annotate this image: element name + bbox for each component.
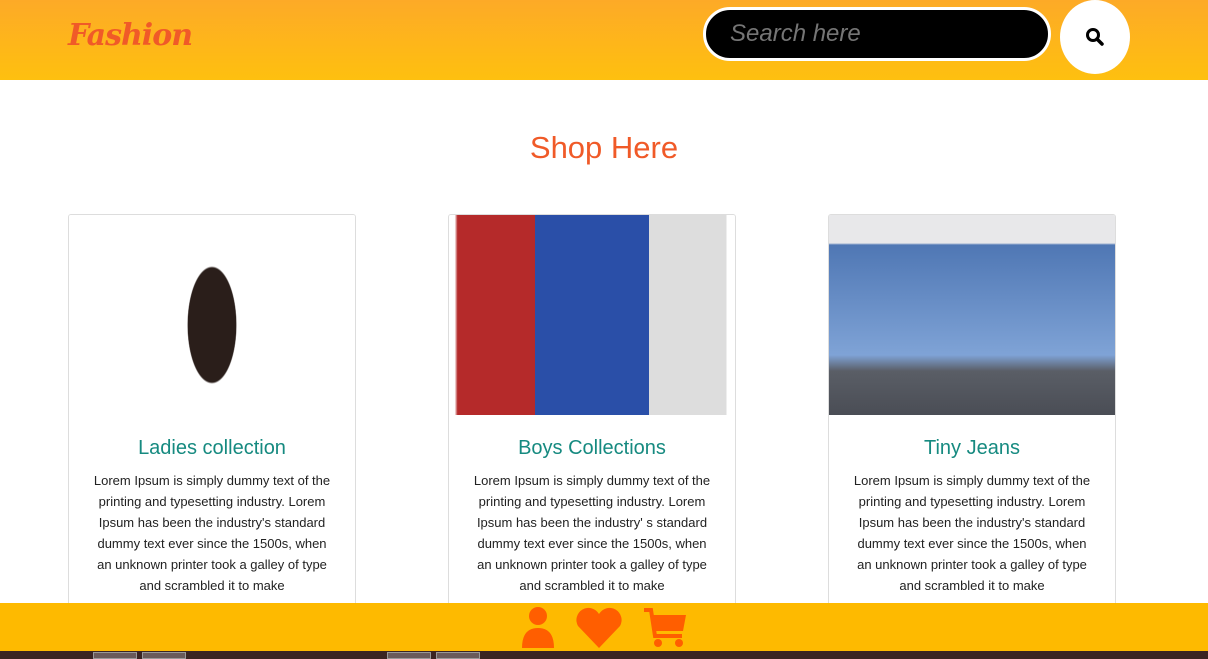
logo[interactable]: Fashion — [68, 18, 193, 53]
header: Fashion — [0, 0, 1208, 80]
product-card[interactable]: Ladies collection Lorem Ipsum is simply … — [68, 214, 356, 614]
taskbar-button[interactable] — [142, 652, 186, 659]
taskbar-button[interactable] — [387, 652, 431, 659]
card-title[interactable]: Ladies collection — [69, 437, 355, 460]
card-text: Lorem Ipsum is simply dummy text of the … — [93, 473, 331, 593]
card-title[interactable]: Boys Collections — [449, 437, 735, 460]
card-title[interactable]: Tiny Jeans — [829, 437, 1115, 460]
search-icon — [1086, 28, 1104, 46]
taskbar-button[interactable] — [436, 652, 480, 659]
tiny-jeans-image — [829, 215, 1115, 415]
card-text: Lorem Ipsum is simply dummy text of the … — [473, 473, 711, 593]
product-card[interactable]: Tiny Jeans Lorem Ipsum is simply dummy t… — [828, 214, 1116, 614]
search-input[interactable] — [703, 7, 1051, 61]
cart-icon[interactable] — [642, 606, 688, 648]
heart-icon[interactable] — [574, 606, 624, 648]
footer-nav — [0, 603, 1208, 651]
user-icon[interactable] — [520, 606, 556, 648]
search-button[interactable] — [1060, 0, 1130, 74]
boys-collection-image — [449, 215, 735, 415]
card-text: Lorem Ipsum is simply dummy text of the … — [853, 473, 1091, 593]
page-title: Shop Here — [529, 130, 679, 165]
ladies-collection-image — [69, 215, 355, 415]
product-card[interactable]: Boys Collections Lorem Ipsum is simply d… — [448, 214, 736, 614]
taskbar-button[interactable] — [93, 652, 137, 659]
